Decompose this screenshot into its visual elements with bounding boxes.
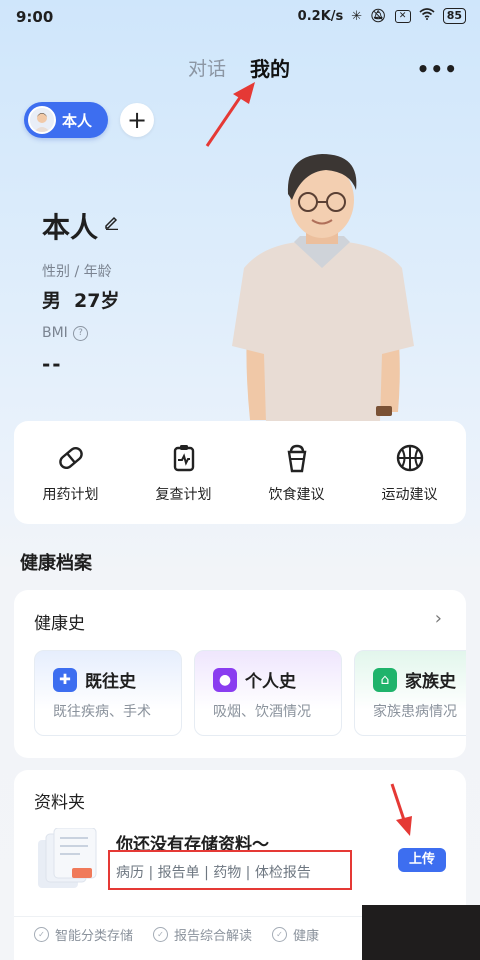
status-time: 9:00	[16, 8, 54, 26]
bluetooth-icon: ✳	[351, 8, 363, 24]
gender-value: 男	[42, 290, 62, 312]
battery-icon: 85	[442, 8, 466, 24]
chevron-right-icon[interactable]: ›	[435, 608, 442, 629]
quick-action-label: 饮食建议	[268, 486, 325, 503]
quick-actions-card: 用药计划 复查计划 饮食建议 运动建议	[14, 421, 466, 524]
dark-overlay	[362, 905, 480, 960]
recheck-plan-button[interactable]: 复查计划	[134, 442, 234, 504]
net-speed: 0.2K/s	[297, 8, 344, 24]
sim-x-icon: ✕	[394, 9, 411, 23]
quick-action-label: 复查计划	[155, 486, 212, 503]
past-history-tile[interactable]: ✚ 既往史 既往疾病、手术	[34, 650, 182, 736]
feature-label: 健康	[293, 929, 320, 944]
folder-categories: 病历 | 报告单 | 药物 | 体检报告	[116, 865, 311, 881]
tile-title: 既往史	[85, 672, 136, 692]
feature-label: 智能分类存储	[55, 929, 134, 944]
family-history-tile[interactable]: ⌂ 家族史 家族患病情况	[354, 650, 466, 736]
quick-action-label: 运动建议	[381, 486, 438, 503]
add-profile-button[interactable]: +	[120, 103, 154, 137]
annotation-arrow-upload	[388, 782, 418, 838]
profile-name: 本人	[42, 211, 99, 244]
tile-subtitle: 吸烟、饮酒情况	[213, 704, 311, 720]
feature-item: ✓ 智能分类存储	[34, 925, 133, 944]
avatar	[28, 106, 56, 134]
folder-title: 资料夹	[34, 793, 85, 813]
exercise-advice-button[interactable]: 运动建议	[360, 442, 460, 504]
check-circle-icon: ✓	[272, 927, 288, 942]
profile-chip[interactable]: 本人	[24, 102, 108, 138]
clipboard-pulse-icon	[173, 444, 194, 471]
wifi-icon	[419, 8, 435, 24]
feature-label: 报告综合解读	[174, 929, 253, 944]
check-circle-icon: ✓	[153, 927, 169, 942]
personal-history-tile[interactable]: ● 个人史 吸烟、饮酒情况	[194, 650, 342, 736]
status-icons: 0.2K/s ✳ 🔕︎ ✕ 85	[298, 8, 466, 24]
tile-title: 家族史	[405, 672, 456, 692]
drink-cup-icon	[287, 444, 306, 472]
tile-title: 个人史	[245, 672, 296, 692]
tile-subtitle: 家族患病情况	[373, 704, 457, 720]
upload-button[interactable]: 上传	[398, 848, 446, 872]
profile-chip-label: 本人	[62, 111, 93, 130]
medication-plan-button[interactable]: 用药计划	[21, 442, 121, 504]
person-icon: ●	[213, 668, 237, 692]
tab-mine[interactable]: 我的	[250, 53, 290, 82]
quick-action-label: 用药计划	[42, 486, 99, 503]
diet-advice-button[interactable]: 饮食建议	[247, 442, 347, 504]
feature-item: ✓ 报告综合解读	[153, 925, 252, 944]
mute-icon: 🔕︎	[370, 8, 387, 24]
annotation-arrow-tab	[203, 80, 263, 150]
medical-kit-icon: ✚	[53, 668, 77, 692]
bmi-value: --	[42, 352, 63, 376]
more-icon[interactable]: •••	[417, 57, 458, 81]
avatar-illustration	[222, 150, 422, 422]
gender-age-label: 性别 / 年龄	[42, 264, 112, 280]
edit-icon[interactable]	[104, 214, 120, 234]
check-circle-icon: ✓	[34, 927, 49, 942]
family-icon: ⌂	[373, 668, 397, 692]
tab-chat[interactable]: 对话	[188, 54, 226, 81]
bmi-label: BMI	[42, 325, 68, 341]
help-icon[interactable]: ?	[73, 326, 88, 341]
age-value: 27岁	[74, 290, 120, 312]
pill-icon	[58, 446, 83, 469]
tile-subtitle: 既往疾病、手术	[53, 704, 151, 720]
feature-item: ✓ 健康	[272, 925, 319, 944]
health-history-title: 健康史	[34, 614, 85, 634]
health-history-card: 健康史 › ✚ 既往史 既往疾病、手术 ● 个人史 吸烟、饮酒情况 ⌂ 家族史 …	[14, 590, 466, 758]
health-records-title: 健康档案	[20, 553, 92, 574]
basketball-icon	[396, 444, 423, 471]
documents-illustration	[36, 827, 100, 890]
